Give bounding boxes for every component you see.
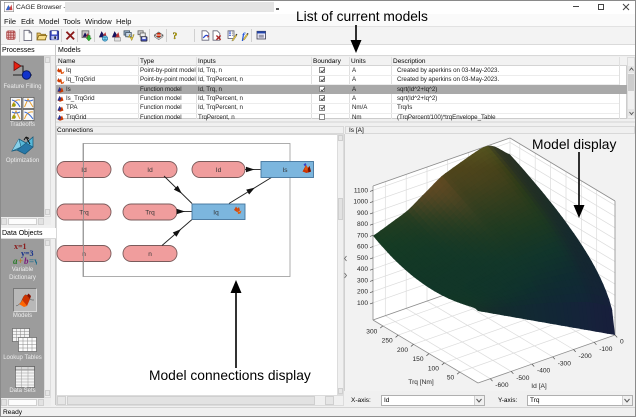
svg-text:400: 400 [357, 266, 368, 273]
svg-text:50: 50 [447, 375, 455, 382]
svg-text:300: 300 [357, 277, 368, 284]
svg-text:250: 250 [382, 338, 393, 345]
svg-text:-500: -500 [516, 375, 530, 382]
svg-text:-300: -300 [558, 360, 572, 367]
svg-text:150: 150 [412, 356, 423, 363]
svg-text:600: 600 [357, 244, 368, 251]
svg-text:500: 500 [357, 255, 368, 262]
svg-text:-400: -400 [537, 368, 551, 375]
svg-text:-100: -100 [599, 346, 613, 353]
svg-text:1100: 1100 [354, 187, 369, 194]
svg-text:800: 800 [357, 221, 368, 228]
svg-text:-600: -600 [495, 382, 509, 389]
svg-text:300: 300 [366, 328, 377, 335]
svg-text:200: 200 [357, 289, 368, 296]
svg-text:1000: 1000 [353, 199, 368, 206]
svg-text:Trq [Nm]: Trq [Nm] [408, 379, 434, 386]
svg-text:-200: -200 [579, 353, 593, 360]
svg-text:0: 0 [620, 339, 624, 346]
svg-text:Id [A]: Id [A] [531, 383, 547, 390]
svg-text:900: 900 [357, 210, 368, 217]
svg-text:100: 100 [428, 365, 439, 372]
svg-text:200: 200 [397, 347, 408, 354]
svg-text:700: 700 [357, 232, 368, 239]
svg-text:100: 100 [357, 300, 368, 307]
